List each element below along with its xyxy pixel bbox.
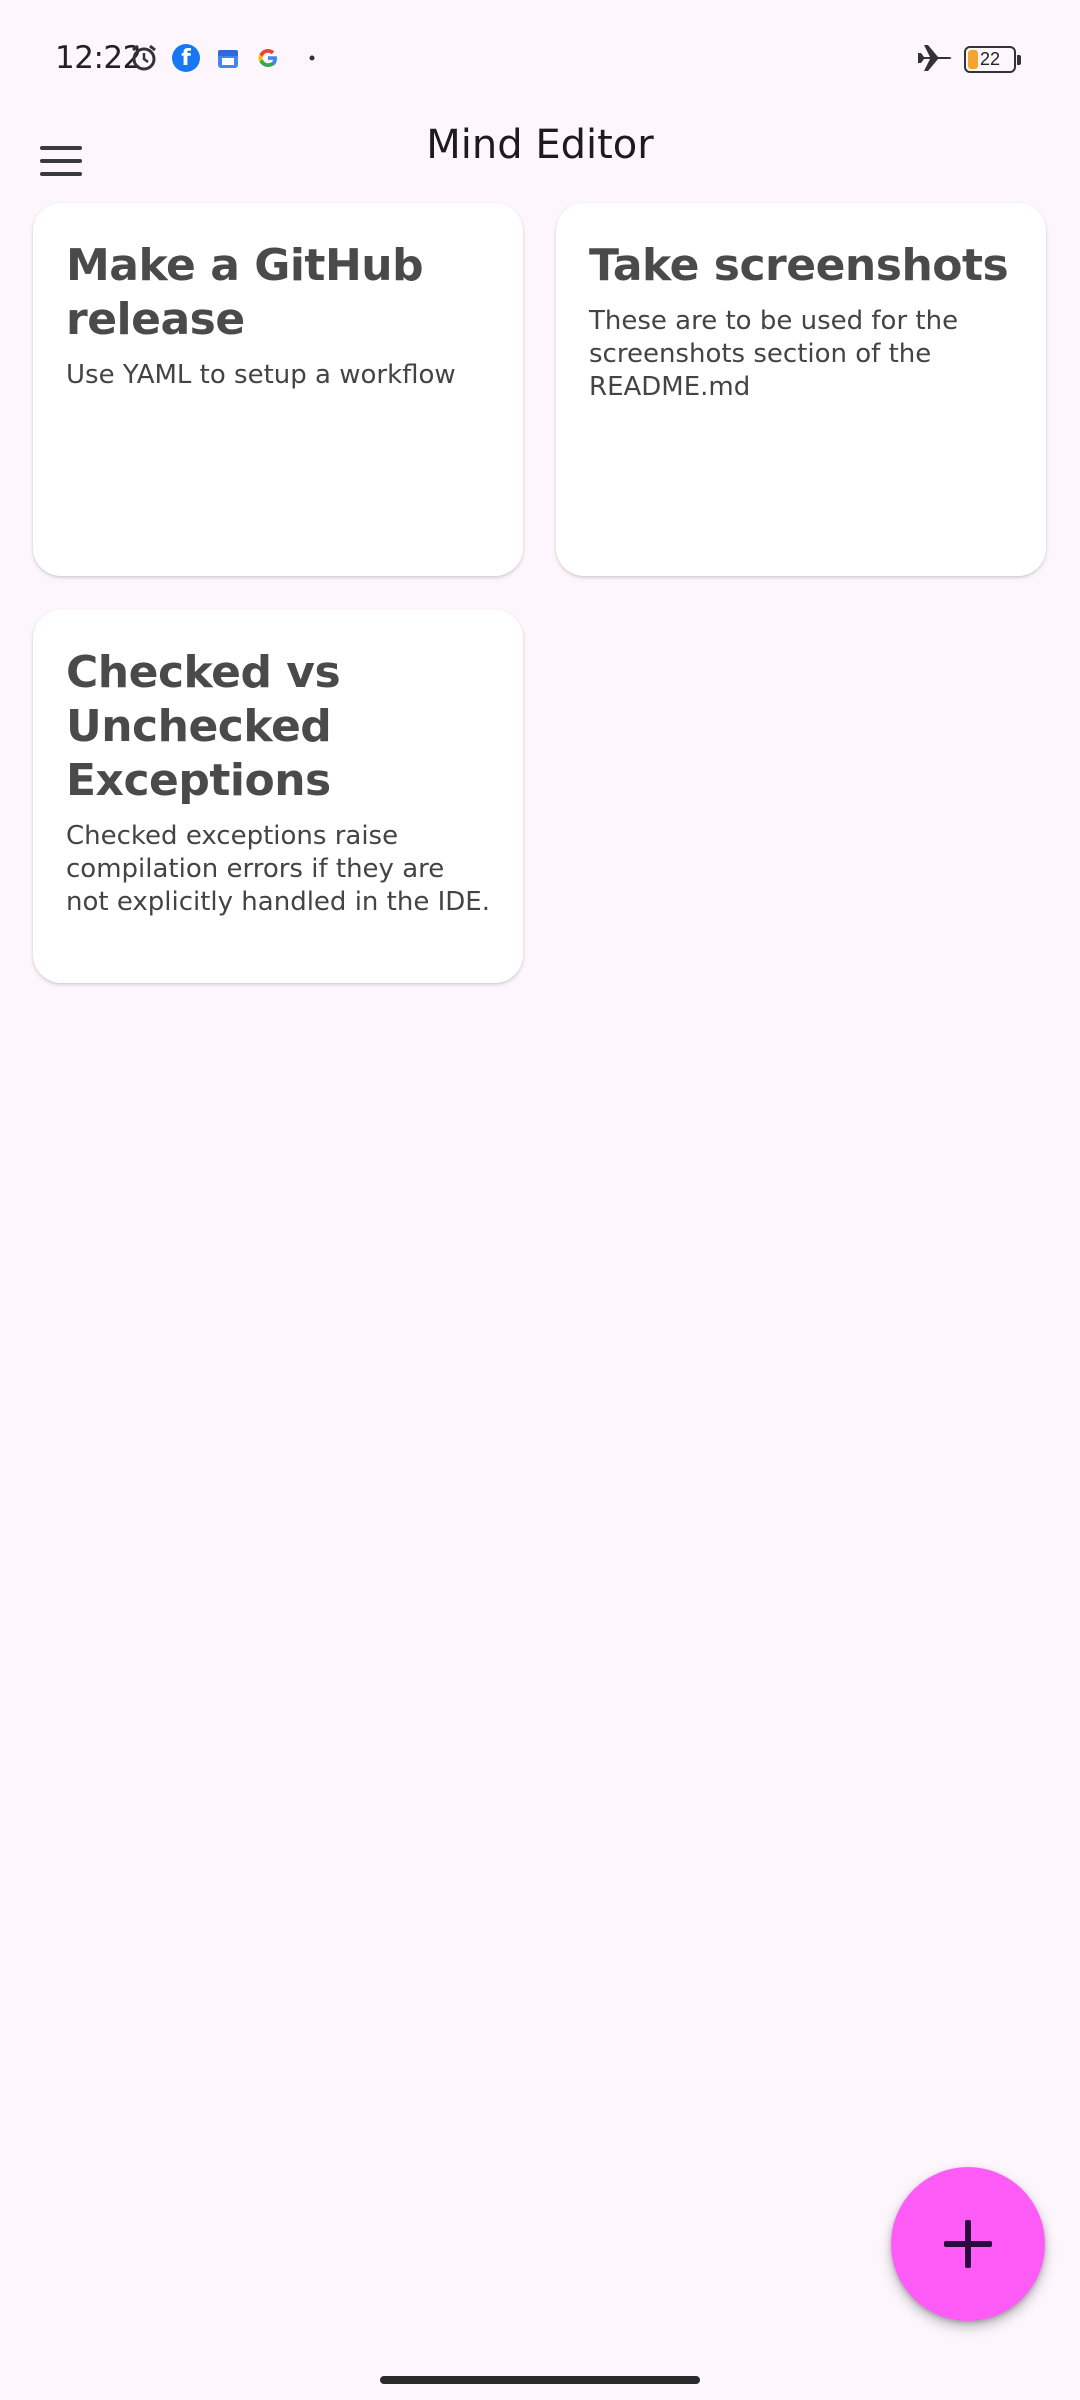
- alarm-icon: [128, 42, 160, 74]
- note-body: Checked exceptions raise compilation err…: [66, 821, 490, 917]
- plus-icon: [944, 2220, 992, 2268]
- dot-icon: [296, 42, 328, 74]
- google-icon: [252, 42, 284, 74]
- facebook-icon: f: [170, 42, 202, 74]
- battery-icon: 22: [964, 46, 1021, 73]
- add-note-button[interactable]: [891, 2167, 1045, 2321]
- note-card[interactable]: Take screenshots These are to be used fo…: [556, 203, 1046, 576]
- gesture-navigation-handle[interactable]: [380, 2376, 700, 2384]
- note-title: Take screenshots: [589, 240, 1009, 291]
- note-body: These are to be used for the screenshots…: [589, 306, 959, 402]
- note-card[interactable]: Checked vs Unchecked Exceptions Checked …: [33, 610, 523, 983]
- calendar-icon: [212, 42, 244, 74]
- battery-level-text: 22: [979, 49, 1001, 69]
- note-title: Checked vs Unchecked Exceptions: [66, 647, 341, 806]
- status-bar: 12:22 f 22: [0, 0, 1080, 120]
- screen: 12:22 f 22 Mind Editor Make a GitHub rel…: [0, 0, 1080, 2400]
- note-body: Use YAML to setup a workflow: [66, 360, 456, 390]
- app-title: Mind Editor: [426, 122, 654, 168]
- note-card[interactable]: Make a GitHub release Use YAML to setup …: [33, 203, 523, 576]
- note-title: Make a GitHub release: [66, 240, 424, 345]
- airplane-mode-icon: [915, 40, 955, 76]
